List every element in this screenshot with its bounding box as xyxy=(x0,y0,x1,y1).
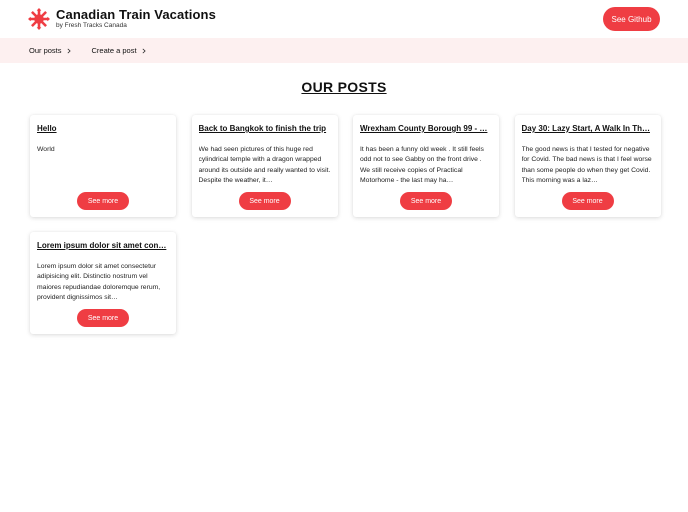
see-more-button[interactable]: See more xyxy=(400,192,452,210)
post-card: Wrexham County Borough 99 - … It has bee… xyxy=(353,115,499,217)
post-card: Day 30: Lazy Start, A Walk In Th… The go… xyxy=(514,115,661,217)
post-excerpt: World xyxy=(37,146,55,153)
nav-item-create-post[interactable]: Create a post xyxy=(92,46,147,55)
post-title[interactable]: Hello xyxy=(37,124,170,133)
posts-grid: Hello World See more Back to Bangkok to … xyxy=(30,115,661,334)
brand-title: Canadian Train Vacations xyxy=(56,7,216,23)
post-title[interactable]: Day 30: Lazy Start, A Walk In Th… xyxy=(522,124,655,133)
nav-item-our-posts[interactable]: Our posts xyxy=(29,46,72,55)
site-header: Canadian Train Vacations by Fresh Tracks… xyxy=(0,0,688,38)
nav-item-label: Our posts xyxy=(29,46,62,55)
post-card: Hello World See more xyxy=(30,115,176,217)
see-more-button[interactable]: See more xyxy=(561,192,614,210)
nav-item-label: Create a post xyxy=(91,46,137,55)
see-more-button[interactable]: See more xyxy=(77,192,129,210)
post-card: Back to Bangkok to finish the trip We ha… xyxy=(191,115,338,217)
post-excerpt: Lorem ipsum dolor sit amet consectetur a… xyxy=(37,263,161,301)
see-more-button[interactable]: See more xyxy=(77,309,129,327)
page-title: OUR POSTS xyxy=(301,79,387,95)
post-title[interactable]: Back to Bangkok to finish the trip xyxy=(199,124,332,133)
see-more-button[interactable]: See more xyxy=(238,192,291,210)
chevron-right-icon xyxy=(142,48,146,53)
breadcrumb-nav: Our posts Create a post xyxy=(0,38,688,63)
brand[interactable]: Canadian Train Vacations by Fresh Tracks… xyxy=(28,8,216,30)
post-title[interactable]: Lorem ipsum dolor sit amet con… xyxy=(37,241,170,250)
post-title[interactable]: Wrexham County Borough 99 - … xyxy=(360,124,493,133)
github-button[interactable]: See Github xyxy=(603,7,660,31)
post-card: Lorem ipsum dolor sit amet con… Lorem ip… xyxy=(30,232,176,334)
brand-subtitle: by Fresh Tracks Canada xyxy=(56,22,127,30)
post-excerpt: It has been a funny old week . It still … xyxy=(360,146,484,184)
chevron-right-icon xyxy=(67,48,71,53)
post-excerpt: We had seen pictures of this huge red cy… xyxy=(198,146,331,184)
post-excerpt: The good news is that I tested for negat… xyxy=(521,146,652,184)
maple-leaf-icon xyxy=(28,8,50,30)
